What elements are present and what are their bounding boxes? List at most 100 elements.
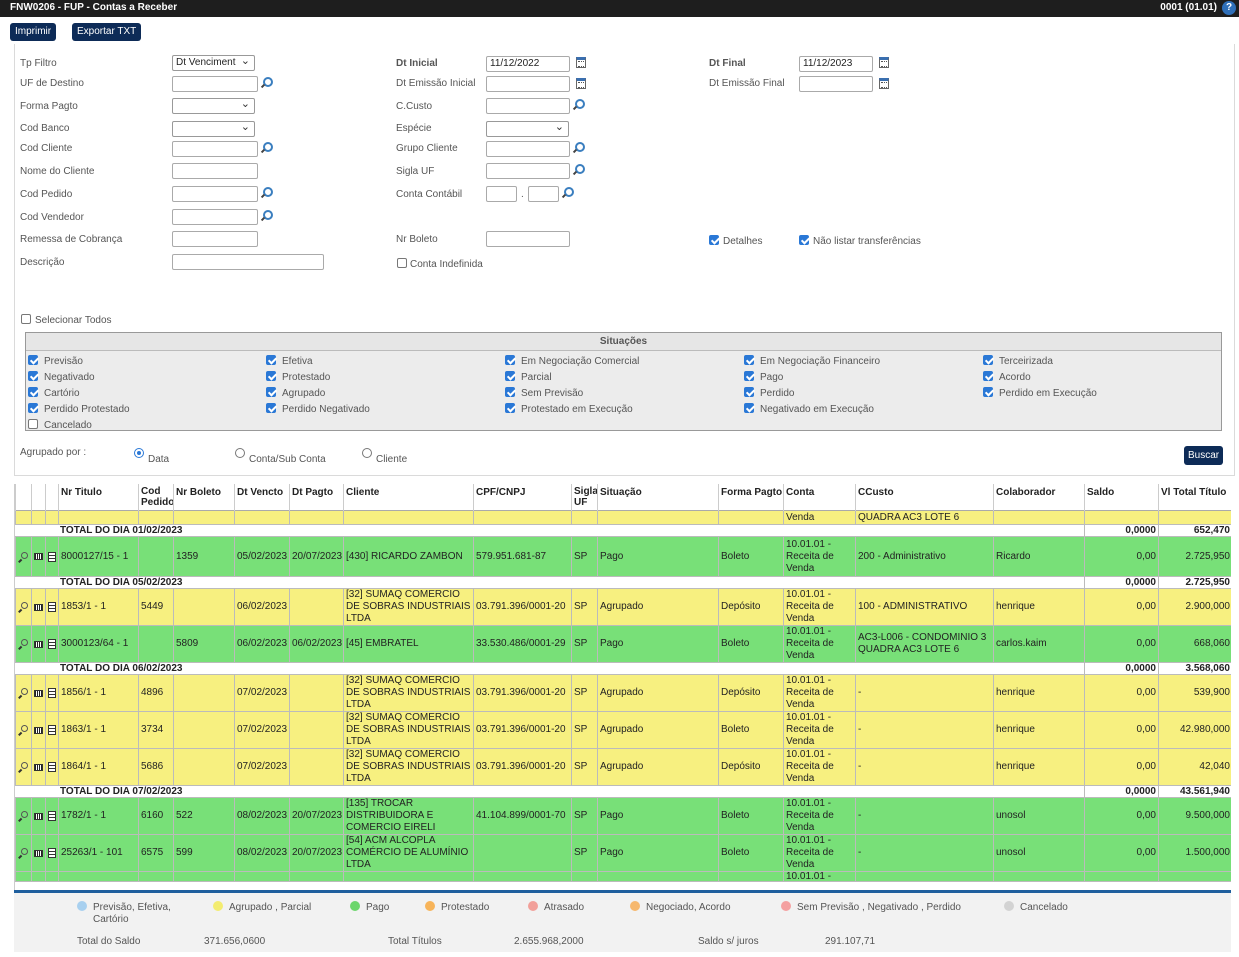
situacao-checkbox[interactable] <box>744 355 754 365</box>
search-icon[interactable] <box>18 639 28 649</box>
document-cell[interactable] <box>45 537 58 576</box>
dt-emissao-final-input[interactable] <box>799 76 873 92</box>
search-icon[interactable] <box>572 99 585 111</box>
search-icon[interactable] <box>561 187 574 199</box>
column-header[interactable]: Colaborador <box>993 484 1084 511</box>
barcode-icon[interactable] <box>34 640 43 648</box>
help-icon[interactable]: ? <box>1222 1 1236 15</box>
search-icon[interactable] <box>18 762 28 772</box>
situacao-checkbox[interactable] <box>266 355 276 365</box>
document-icon[interactable] <box>48 639 56 649</box>
barcode-icon[interactable] <box>34 689 43 697</box>
situacao-checkbox[interactable] <box>28 419 38 429</box>
document-cell[interactable] <box>45 589 58 625</box>
table-row[interactable]: 1856/1 - 1 4896 07/02/2023 [32] SUMAQ COMER… <box>15 675 1231 712</box>
column-header[interactable]: CPF/CNPJ <box>473 484 571 511</box>
situacao-checkbox[interactable] <box>505 355 515 365</box>
situacao-checkbox[interactable] <box>28 387 38 397</box>
document-cell[interactable] <box>45 798 58 834</box>
conta-indefinida-checkbox[interactable] <box>397 258 407 268</box>
radio-data[interactable] <box>134 448 144 458</box>
situacao-checkbox[interactable] <box>266 371 276 381</box>
document-icon[interactable] <box>48 762 56 772</box>
selecionar-todos-checkbox[interactable] <box>21 314 31 324</box>
view-cell[interactable] <box>15 749 31 785</box>
table-row[interactable]: 1863/1 - 1 3734 07/02/2023 [32] SUMAQ COMER… <box>15 712 1231 749</box>
radio-conta[interactable] <box>235 448 245 458</box>
view-cell[interactable] <box>15 712 31 748</box>
table-row[interactable]: 25263/1 - 101 6575 599 08/02/2023 20/07/2023… <box>15 835 1231 872</box>
column-header[interactable]: CCusto <box>855 484 993 511</box>
situacao-checkbox[interactable] <box>505 403 515 413</box>
situacao-checkbox[interactable] <box>983 355 993 365</box>
barcode-cell[interactable] <box>31 589 45 625</box>
document-icon[interactable] <box>48 551 56 562</box>
situacao-checkbox[interactable] <box>983 387 993 397</box>
search-icon[interactable] <box>260 210 273 222</box>
situacao-checkbox[interactable] <box>744 403 754 413</box>
search-icon[interactable] <box>18 811 28 821</box>
column-header[interactable]: Saldo <box>1084 484 1158 511</box>
search-icon[interactable] <box>260 187 273 199</box>
column-header[interactable]: Sigla UF <box>571 484 598 511</box>
nome-cliente-input[interactable] <box>172 163 258 179</box>
table-row[interactable]: 1853/1 - 1 5449 06/02/2023 [32] SUMAQ COMER… <box>15 589 1231 626</box>
document-cell[interactable] <box>45 835 58 871</box>
situacao-checkbox[interactable] <box>505 387 515 397</box>
barcode-cell[interactable] <box>31 537 45 576</box>
situacao-checkbox[interactable] <box>505 371 515 381</box>
document-cell[interactable] <box>45 749 58 785</box>
column-header[interactable]: Forma Pagto <box>718 484 783 511</box>
search-icon[interactable] <box>572 164 585 176</box>
view-cell[interactable] <box>15 589 31 625</box>
document-icon[interactable] <box>48 688 56 698</box>
barcode-icon[interactable] <box>34 603 43 611</box>
calendar-icon[interactable] <box>576 57 586 68</box>
view-cell[interactable] <box>15 626 31 662</box>
situacao-checkbox[interactable] <box>744 371 754 381</box>
calendar-icon[interactable] <box>879 57 889 68</box>
barcode-cell[interactable] <box>31 749 45 785</box>
column-header[interactable]: Dt Vencto <box>234 484 289 511</box>
dt-inicial-input[interactable]: 11/12/2022 <box>486 56 570 72</box>
situacao-checkbox[interactable] <box>28 355 38 365</box>
nao-listar-checkbox[interactable] <box>799 235 809 245</box>
view-cell[interactable] <box>15 835 31 871</box>
table-row[interactable]: 1782/1 - 1 6160 522 08/02/2023 20/07/2023 [13… <box>15 798 1231 835</box>
column-header[interactable]: Nr Boleto <box>173 484 234 511</box>
search-icon[interactable] <box>18 602 28 612</box>
column-header[interactable]: Cod Pedido <box>138 484 174 511</box>
remessa-input[interactable] <box>172 231 258 247</box>
detalhes-checkbox[interactable] <box>709 235 719 245</box>
situacao-checkbox[interactable] <box>28 403 38 413</box>
cod-pedido-input[interactable] <box>172 186 258 202</box>
radio-cliente[interactable] <box>362 448 372 458</box>
search-icon[interactable] <box>18 551 28 562</box>
situacao-checkbox[interactable] <box>744 387 754 397</box>
table-row[interactable]: 1864/1 - 1 5686 07/02/2023 [32] SUMAQ COMER… <box>15 749 1231 786</box>
ccusto-input[interactable] <box>486 98 570 114</box>
descricao-input[interactable] <box>172 254 324 270</box>
table-row[interactable]: 10.01.01 - <box>15 872 1231 882</box>
forma-pagto-select[interactable] <box>172 97 255 114</box>
document-icon[interactable] <box>48 811 56 821</box>
barcode-icon[interactable] <box>34 553 43 560</box>
conta-contabil-input[interactable] <box>486 186 517 202</box>
sigla-uf-input[interactable] <box>486 163 570 179</box>
buscar-button[interactable]: Buscar <box>1184 446 1224 465</box>
cod-vendedor-input[interactable] <box>172 209 258 225</box>
search-icon[interactable] <box>572 142 585 154</box>
barcode-cell[interactable] <box>31 626 45 662</box>
view-cell[interactable] <box>15 798 31 834</box>
situacao-checkbox[interactable] <box>983 371 993 381</box>
document-cell[interactable] <box>45 712 58 748</box>
document-cell[interactable] <box>45 626 58 662</box>
situacao-checkbox[interactable] <box>28 371 38 381</box>
cod-banco-select[interactable] <box>172 120 255 137</box>
search-icon[interactable] <box>260 77 273 89</box>
search-icon[interactable] <box>18 688 28 698</box>
view-cell[interactable] <box>15 675 31 711</box>
document-icon[interactable] <box>48 725 56 735</box>
column-header[interactable]: Cliente <box>343 484 473 511</box>
view-cell[interactable] <box>15 537 31 576</box>
